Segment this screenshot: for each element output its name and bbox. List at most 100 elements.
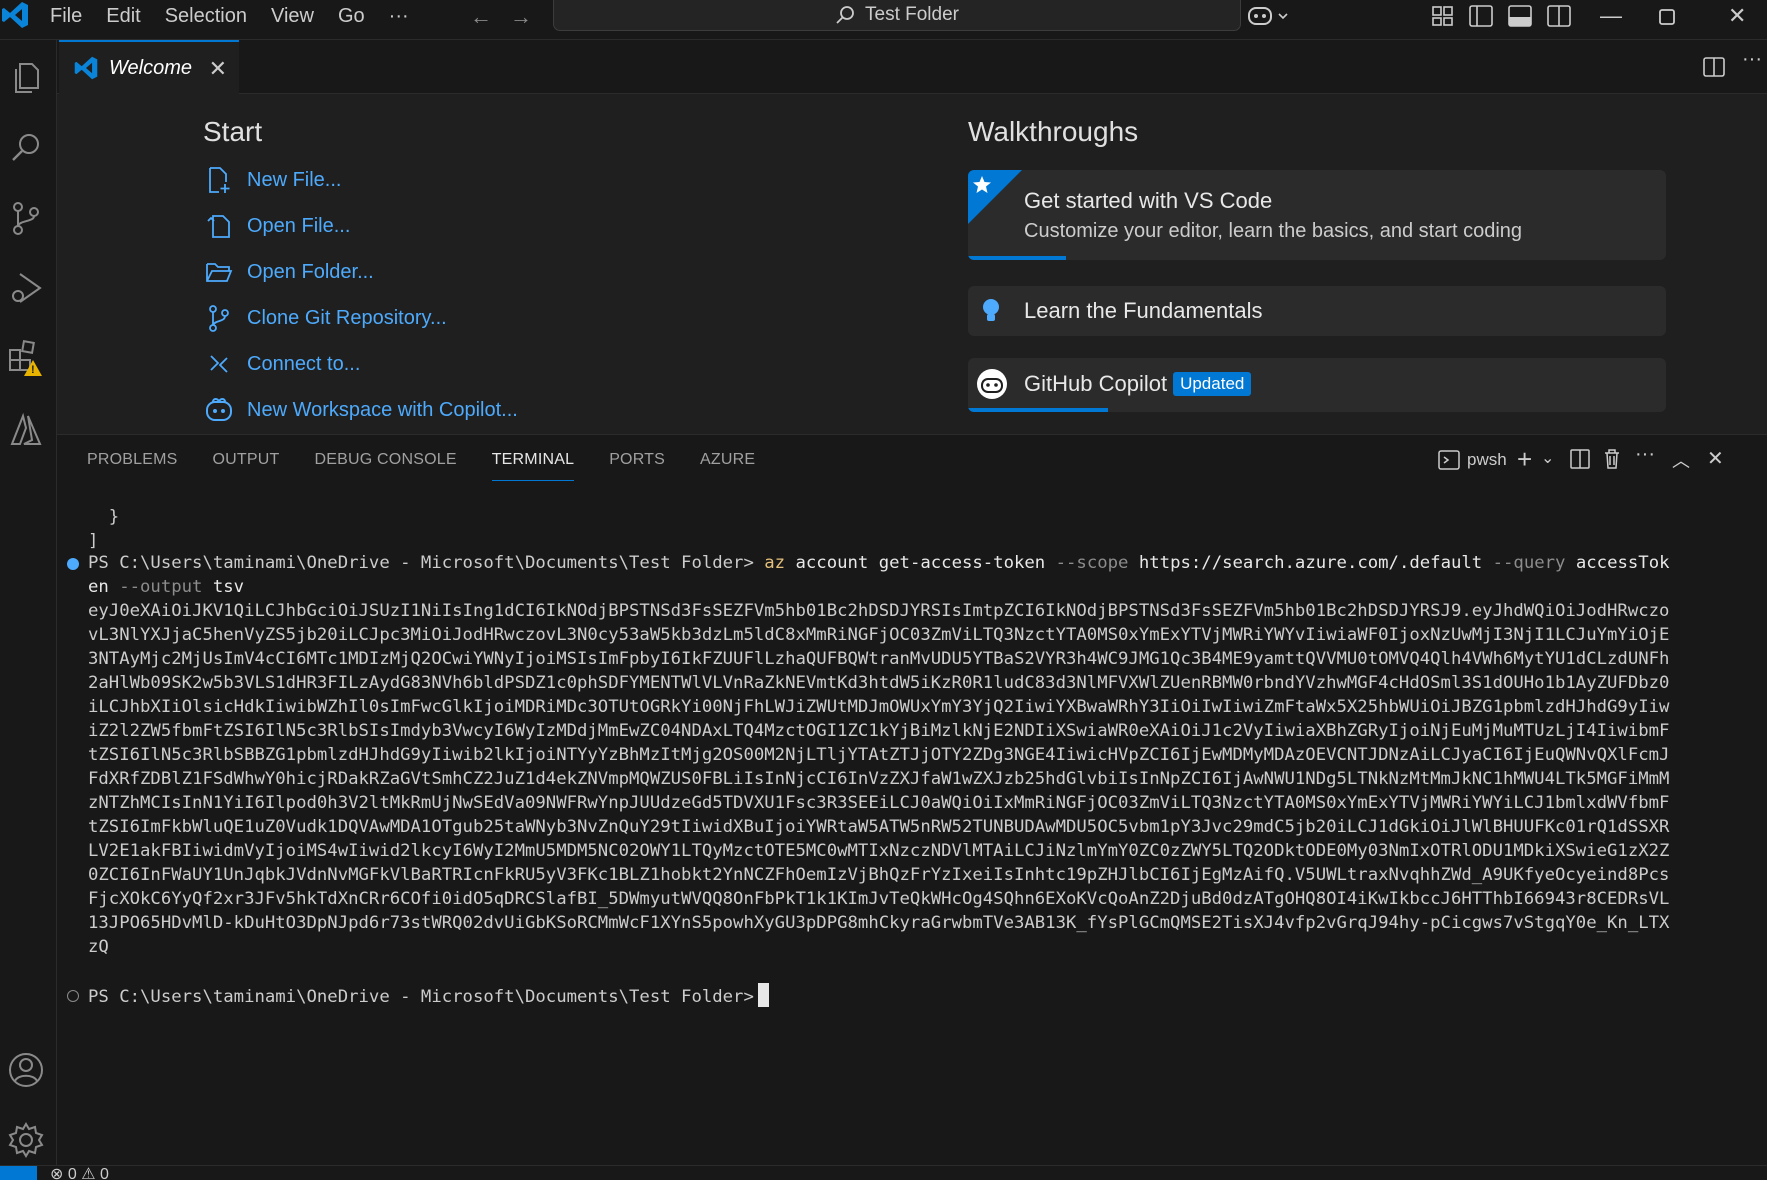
open-folder-link[interactable]: Open Folder... bbox=[205, 258, 374, 286]
source-control-icon[interactable] bbox=[6, 198, 46, 238]
token-line: 13JPO65HDvMlD-kDuHtO3DpNJpd6r73stWRQ02dv… bbox=[88, 913, 1670, 933]
copilot-icon bbox=[977, 369, 1007, 399]
maximize-panel-icon[interactable]: ︿ bbox=[1672, 447, 1690, 473]
close-panel-icon[interactable]: ✕ bbox=[1707, 446, 1724, 471]
prompt-line: PS C:\Users\taminami\OneDrive - Microsof… bbox=[88, 983, 769, 1011]
menu-edit[interactable]: Edit bbox=[106, 5, 140, 28]
run-debug-icon[interactable] bbox=[6, 268, 46, 308]
star-icon bbox=[968, 170, 1022, 224]
walkthrough-title: Get started with VS Code bbox=[1024, 188, 1273, 213]
git-branch-icon bbox=[209, 305, 229, 332]
more-actions-icon[interactable]: ··· bbox=[1635, 443, 1655, 466]
close-icon[interactable]: ✕ bbox=[209, 56, 227, 82]
copilot-icon[interactable] bbox=[1247, 4, 1291, 28]
tab-debug-console[interactable]: DEBUG CONSOLE bbox=[315, 451, 457, 469]
shell-name[interactable]: pwsh bbox=[1467, 450, 1507, 470]
open-file-icon bbox=[207, 215, 230, 238]
walkthrough-fundamentals[interactable]: Learn the Fundamentals bbox=[968, 286, 1666, 336]
walkthrough-get-started[interactable]: Get started with VS Code Customize your … bbox=[968, 170, 1666, 260]
token-line: 0ZCI6InFWaUY1UnJqbkJVdnNvMGFkVlBaRTRIcnF… bbox=[88, 865, 1670, 885]
editor-tab-bar: Welcome ✕ ··· bbox=[57, 40, 1767, 94]
settings-gear-icon[interactable] bbox=[6, 1120, 46, 1160]
clone-git-link[interactable]: Clone Git Repository... bbox=[205, 304, 447, 332]
token-line: FjcXOkC6YyQf2xr3JFv5hkTdXnCRr6COfi0idO5q… bbox=[88, 889, 1670, 909]
connect-to-label: Connect to... bbox=[247, 352, 361, 375]
chevron-down-icon[interactable]: ⌄ bbox=[1541, 448, 1554, 468]
explorer-icon[interactable] bbox=[6, 58, 46, 98]
cmd-value: https://search.azure.com/.default bbox=[1138, 553, 1483, 573]
search-icon[interactable] bbox=[6, 128, 46, 168]
extensions-icon[interactable]: ! bbox=[6, 338, 46, 378]
new-file-icon bbox=[209, 167, 230, 193]
close-window-icon[interactable]: ✕ bbox=[1728, 3, 1746, 29]
walkthrough-title: GitHub Copilot bbox=[1024, 371, 1168, 396]
toggle-panel-icon[interactable] bbox=[1507, 4, 1533, 28]
toggle-primary-sidebar-icon[interactable] bbox=[1468, 4, 1494, 28]
back-arrow-icon[interactable]: ← bbox=[470, 4, 492, 30]
toggle-secondary-sidebar-icon[interactable] bbox=[1546, 4, 1572, 28]
command-success-dot[interactable] bbox=[67, 558, 79, 570]
split-terminal-icon[interactable] bbox=[1569, 448, 1591, 470]
command-center[interactable]: Test Folder bbox=[553, 0, 1241, 31]
terminal-output[interactable]: } ] PS C:\Users\taminami\OneDrive - Micr… bbox=[57, 505, 1767, 1145]
new-terminal-plus-icon[interactable]: + bbox=[1517, 444, 1532, 475]
start-title: Start bbox=[203, 116, 263, 147]
accounts-icon[interactable] bbox=[6, 1050, 46, 1090]
new-workspace-copilot-label: New Workspace with Copilot... bbox=[247, 398, 518, 421]
tab-output[interactable]: OUTPUT bbox=[213, 451, 280, 469]
walkthrough-progress bbox=[968, 408, 1108, 412]
panel-actions: pwsh + ⌄ ··· ︿ ✕ bbox=[1437, 435, 1767, 485]
customize-layout-icon[interactable] bbox=[1430, 4, 1456, 28]
maximize-icon[interactable] bbox=[1656, 4, 1678, 28]
token-line: eyJ0eXAiOiJKV1QiLCJhbGciOiJSUzI1NiIsIng1… bbox=[88, 601, 1670, 621]
tab-ports[interactable]: PORTS bbox=[609, 451, 665, 469]
cmd-flag: --scope bbox=[1055, 553, 1129, 573]
trash-icon[interactable] bbox=[1602, 448, 1622, 470]
status-bar: ⊗ 0 ⚠ 0 bbox=[0, 1165, 1767, 1180]
panel-tabs: PROBLEMS OUTPUT DEBUG CONSOLE TERMINAL P… bbox=[87, 435, 755, 485]
azure-icon[interactable] bbox=[6, 410, 46, 450]
token-line: tZSI6ImFkbWluQE1uZ0Vudk1DQVAwMDA1OTgub25… bbox=[88, 817, 1670, 837]
remote-indicator[interactable] bbox=[0, 1166, 37, 1180]
terminal-cursor bbox=[757, 983, 769, 1007]
welcome-page: Start New File... Open File... Open Fold… bbox=[57, 94, 1767, 434]
clone-git-label: Clone Git Repository... bbox=[247, 306, 447, 329]
tab-terminal[interactable]: TERMINAL bbox=[491, 451, 575, 481]
activity-bar: ! bbox=[0, 40, 57, 1165]
menu-file[interactable]: File bbox=[50, 5, 82, 28]
lightbulb-icon bbox=[983, 299, 999, 321]
cmd-exe: az bbox=[764, 553, 786, 573]
open-folder-icon bbox=[206, 263, 233, 282]
menu-view[interactable]: View bbox=[271, 5, 314, 28]
tab-problems[interactable]: PROBLEMS bbox=[87, 451, 178, 469]
prompt: PS C:\Users\taminami\OneDrive - Microsof… bbox=[88, 987, 754, 1007]
command-center-label: Test Folder bbox=[865, 4, 959, 25]
open-file-link[interactable]: Open File... bbox=[205, 212, 350, 240]
token-line: iZ2l2ZW5fbmFtZSI6IlN5c3RlbSIsImdyb3VwcyI… bbox=[88, 721, 1670, 741]
token-line: LV2E1akFBIiwidmVyIjoiMS4wIiwid2lkcyI6WyI… bbox=[88, 841, 1670, 861]
tab-azure[interactable]: AZURE bbox=[700, 451, 755, 469]
copilot-icon bbox=[206, 398, 232, 421]
walkthrough-title-row: GitHub Copilot Updated bbox=[1024, 371, 1252, 397]
forward-arrow-icon[interactable]: → bbox=[510, 4, 532, 30]
new-workspace-copilot-link[interactable]: New Workspace with Copilot... bbox=[205, 396, 518, 424]
token-line: vL3NlYXJjaC5henVyZS5jb20iLCJpc3MiOiJodHR… bbox=[88, 625, 1670, 645]
tab-welcome[interactable]: Welcome ✕ bbox=[59, 40, 239, 94]
prompt: PS C:\Users\taminami\OneDrive - Microsof… bbox=[88, 553, 754, 573]
walkthrough-github-copilot[interactable]: GitHub Copilot Updated bbox=[968, 358, 1666, 412]
menu-selection[interactable]: Selection bbox=[165, 5, 247, 28]
command-pending-dot[interactable] bbox=[67, 990, 79, 1002]
bottom-panel: PROBLEMS OUTPUT DEBUG CONSOLE TERMINAL P… bbox=[57, 434, 1767, 1165]
walkthrough-progress bbox=[968, 256, 1066, 260]
minimize-icon[interactable]: — bbox=[1600, 3, 1622, 29]
more-actions-icon[interactable]: ··· bbox=[1742, 48, 1762, 71]
connect-to-link[interactable]: Connect to... bbox=[205, 350, 360, 378]
menu-more[interactable]: ··· bbox=[389, 5, 409, 28]
cmd-flag: --query bbox=[1492, 553, 1566, 573]
menu-go[interactable]: Go bbox=[338, 5, 365, 28]
new-file-label: New File... bbox=[247, 168, 342, 191]
new-file-link[interactable]: New File... bbox=[205, 166, 341, 194]
split-editor-icon[interactable] bbox=[1702, 55, 1726, 79]
updated-badge: Updated bbox=[1173, 372, 1252, 396]
problems-status[interactable]: ⊗ 0 ⚠ 0 bbox=[50, 1166, 109, 1180]
